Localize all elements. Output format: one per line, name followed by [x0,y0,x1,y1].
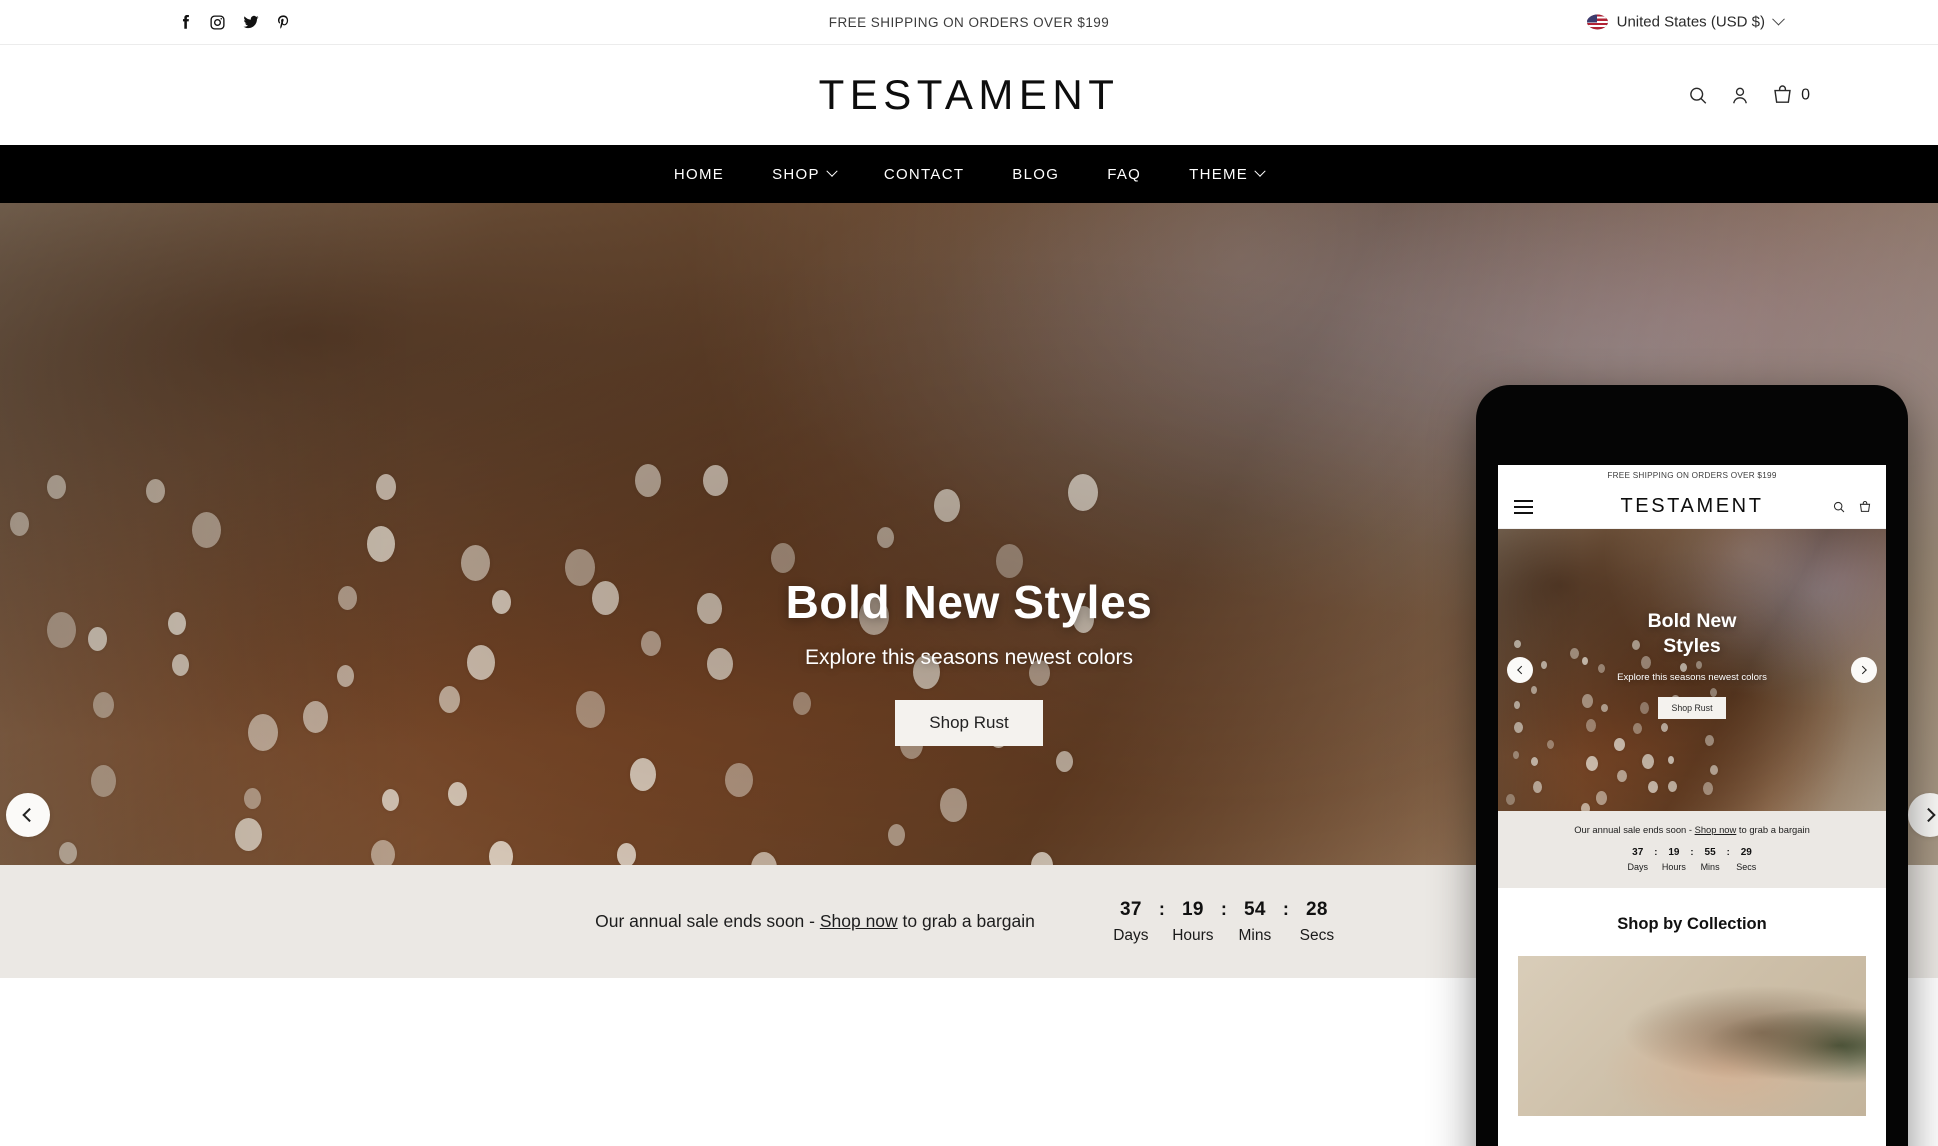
mobile-days-label: Days [1627,862,1648,872]
mobile-mins-label: Mins [1700,862,1720,872]
mobile-site-logo[interactable]: TESTAMENT [1498,495,1886,518]
nav-item-blog[interactable]: BLOG [1010,162,1061,187]
cart-icon [1771,84,1794,107]
hero-prev-button[interactable] [6,793,50,837]
mobile-secs-value: 29 [1740,847,1752,858]
mobile-hero-slider: Bold New Styles Explore this seasons new… [1498,529,1886,811]
nav-item-shop[interactable]: SHOP [770,162,838,187]
country-currency-selector[interactable]: United States (USD $) [1586,12,1785,31]
mobile-countdown-unit-mins: 55 Mins [1697,847,1724,872]
mobile-preview-device: FREE SHIPPING ON ORDERS OVER $199 TESTAM… [1476,385,1908,1146]
cart-count: 0 [1801,86,1810,103]
countdown-hours-label: Hours [1172,926,1214,944]
countdown-mins-label: Mins [1238,926,1272,944]
cart-icon[interactable] [1858,500,1872,514]
countdown-separator: : [1158,898,1165,919]
countdown-unit-days: 37 Days [1105,899,1157,945]
site-header: TESTAMENT 0 [0,45,1938,145]
us-flag-icon [1586,14,1608,30]
mobile-header: TESTAMENT [1498,485,1886,529]
mobile-countdown-separator: : [1726,847,1730,858]
nav-label: FAQ [1107,165,1142,183]
countdown-separator: : [1282,898,1289,919]
mobile-collection-heading: Shop by Collection [1498,888,1886,956]
mobile-countdown-separator: : [1690,847,1694,858]
hero-cta-button[interactable]: Shop Rust [895,700,1043,746]
search-icon[interactable] [1832,500,1846,514]
mobile-countdown-unit-days: 37 Days [1624,847,1651,872]
mobile-countdown-unit-secs: 29 Secs [1733,847,1760,872]
mobile-hero-title: Bold New Styles [1498,609,1886,660]
countdown-timer: 37 Days : 19 Hours : 54 Mins : 28 Secs [1105,899,1343,945]
theme-preview-page: FREE SHIPPING ON ORDERS OVER $199 United… [0,0,1938,1146]
countdown-days-label: Days [1113,926,1149,944]
countdown-separator: : [1220,898,1227,919]
countdown-unit-hours: 19 Hours [1167,899,1219,945]
nav-label: BLOG [1012,165,1060,183]
nav-label: SHOP [772,165,820,183]
nav-item-contact[interactable]: CONTACT [882,162,966,187]
country-label: United States (USD $) [1616,13,1765,31]
mobile-countdown-message: Our annual sale ends soon - Shop now to … [1498,824,1886,835]
mobile-collection-image[interactable] [1518,956,1866,1116]
main-navigation: HOME SHOP CONTACT BLOG FAQ THEME [0,145,1938,203]
countdown-secs-value: 28 [1306,898,1328,920]
mobile-hours-label: Hours [1661,862,1686,872]
chevron-left-icon [1517,665,1526,675]
chevron-right-icon [1858,665,1867,675]
mobile-hero-subtitle: Explore this seasons newest colors [1617,671,1767,683]
nav-label: CONTACT [883,165,965,183]
countdown-unit-secs: 28 Secs [1291,899,1343,945]
chevron-right-icon [1921,807,1936,823]
mobile-hours-value: 19 [1668,847,1680,858]
nav-item-home[interactable]: HOME [672,162,726,187]
mobile-days-value: 37 [1632,847,1644,858]
chevron-left-icon [22,807,37,823]
countdown-unit-mins: 54 Mins [1229,899,1281,945]
mobile-shop-now-link[interactable]: Shop now [1695,824,1737,835]
nav-item-theme[interactable]: THEME [1187,162,1266,187]
nav-label: HOME [673,165,725,183]
nav-label: THEME [1189,165,1249,183]
chevron-down-icon [826,165,838,177]
countdown-mins-value: 54 [1244,898,1266,920]
mobile-header-actions [1832,500,1872,514]
countdown-message: Our annual sale ends soon - Shop now to … [595,911,1035,932]
mobile-preview-screen: FREE SHIPPING ON ORDERS OVER $199 TESTAM… [1498,465,1886,1146]
mobile-countdown-text-before: Our annual sale ends soon - [1574,824,1695,835]
mobile-countdown-separator: : [1654,847,1658,858]
mobile-countdown-text-after: to grab a bargain [1736,824,1810,835]
site-logo[interactable]: TESTAMENT [819,71,1120,119]
mobile-countdown-unit-hours: 19 Hours [1660,847,1687,872]
mobile-hero-prev-button[interactable] [1507,657,1533,683]
chevron-down-icon [1772,12,1785,26]
mobile-hero-next-button[interactable] [1851,657,1877,683]
header-actions: 0 [1687,84,1810,107]
nav-item-faq[interactable]: FAQ [1105,162,1143,187]
account-icon[interactable] [1729,84,1751,106]
chevron-down-icon [1254,165,1266,177]
search-icon[interactable] [1687,84,1709,106]
announcement-bar: FREE SHIPPING ON ORDERS OVER $199 United… [0,0,1938,45]
countdown-hours-value: 19 [1182,898,1204,920]
mobile-hero-content: Bold New Styles Explore this seasons new… [1498,609,1886,719]
mobile-hero-cta-button[interactable]: Shop Rust [1658,696,1726,719]
countdown-days-value: 37 [1120,898,1142,920]
countdown-text-after: to grab a bargain [897,911,1035,931]
countdown-text-before: Our annual sale ends soon - [595,911,820,931]
shop-now-link[interactable]: Shop now [820,911,898,931]
collection-photo [1518,956,1866,1116]
mobile-announcement-bar: FREE SHIPPING ON ORDERS OVER $199 [1498,465,1886,485]
mobile-countdown-bar: Our annual sale ends soon - Shop now to … [1498,811,1886,888]
mobile-secs-label: Secs [1736,862,1757,872]
mobile-countdown-timer: 37 Days : 19 Hours : 55 Mins : 29 Secs [1498,847,1886,872]
mobile-mins-value: 55 [1704,847,1716,858]
countdown-secs-label: Secs [1299,926,1335,944]
mobile-hero-title-line2: Styles [1663,635,1721,658]
cart-button[interactable]: 0 [1771,84,1810,107]
mobile-hero-title-line1: Bold New [1647,610,1737,632]
